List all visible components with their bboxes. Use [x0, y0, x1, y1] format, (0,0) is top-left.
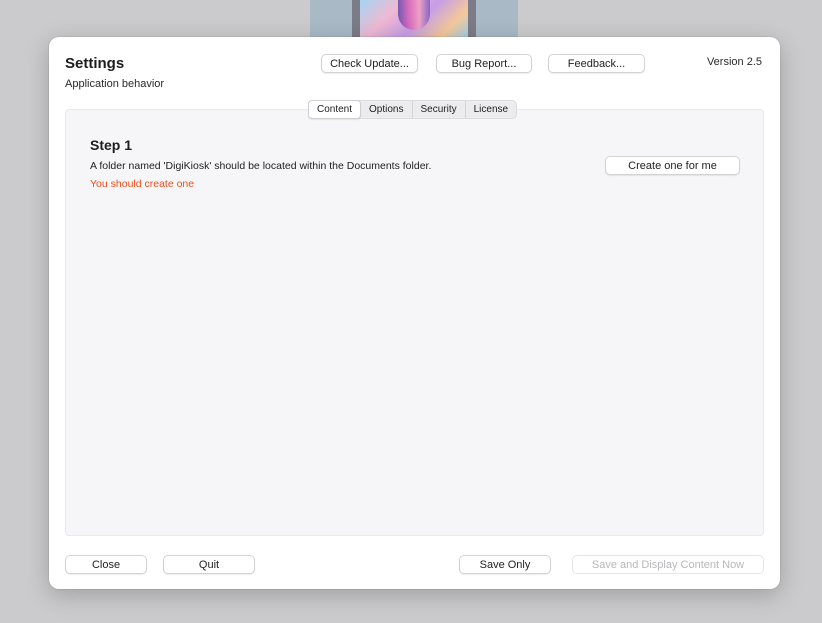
tab-license[interactable]: License: [464, 101, 516, 118]
background-thumbnail: [310, 0, 518, 38]
step-warning: You should create one: [90, 178, 195, 190]
dialog-title: Settings: [65, 55, 125, 72]
check-update-button[interactable]: Check Update...: [321, 54, 418, 73]
tab-bar: Content Options Security License: [308, 100, 518, 119]
settings-dialog: Settings Application behavior Check Upda…: [49, 37, 780, 589]
create-folder-button[interactable]: Create one for me: [605, 156, 740, 175]
content-panel: Step 1 A folder named 'DigiKiosk' should…: [65, 109, 764, 536]
tab-content[interactable]: Content: [308, 100, 362, 119]
tab-options[interactable]: Options: [361, 101, 411, 118]
bug-report-button[interactable]: Bug Report...: [436, 54, 532, 73]
close-button[interactable]: Close: [65, 555, 147, 574]
step-description: A folder named 'DigiKiosk' should be loc…: [90, 160, 432, 172]
save-and-display-button[interactable]: Save and Display Content Now: [572, 555, 764, 574]
step-title: Step 1: [90, 137, 133, 153]
feedback-button[interactable]: Feedback...: [548, 54, 645, 73]
version-label: Version 2.5: [706, 56, 762, 68]
save-only-button[interactable]: Save Only: [459, 555, 551, 574]
dialog-subtitle: Application behavior: [65, 78, 165, 90]
tab-security[interactable]: Security: [411, 101, 465, 118]
quit-button[interactable]: Quit: [163, 555, 255, 574]
